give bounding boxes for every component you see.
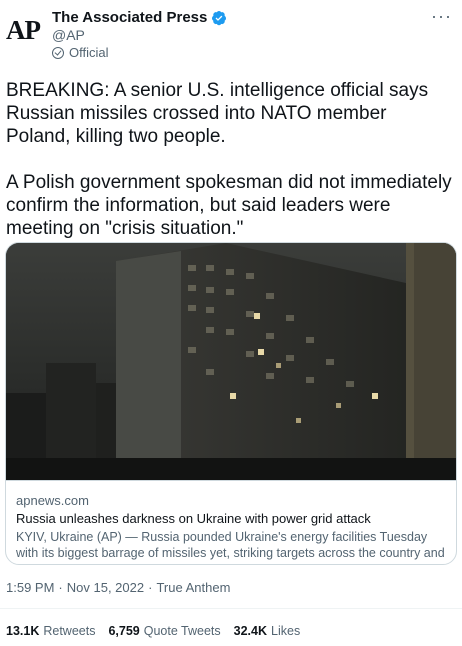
card-image[interactable] xyxy=(6,243,456,480)
timestamp-row: 1:59 PM · Nov 15, 2022 · True Anthem xyxy=(6,580,230,595)
tweet-time[interactable]: 1:59 PM xyxy=(6,580,54,595)
tweet-header: AP The Associated Press @AP Official ··· xyxy=(0,0,462,72)
link-preview-card[interactable]: apnews.com Russia unleashes darkness on … xyxy=(5,242,457,565)
official-label: Official xyxy=(69,45,109,60)
card-meta: apnews.com Russia unleashes darkness on … xyxy=(6,480,456,564)
card-domain: apnews.com xyxy=(16,493,89,508)
ap-logo-avatar[interactable]: AP xyxy=(6,10,46,50)
author-name-row: The Associated Press xyxy=(52,9,227,26)
card-description: KYIV, Ukraine (AP) — Russia pounded Ukra… xyxy=(16,530,445,564)
engagement-stats: 13.1K Retweets 6,759 Quote Tweets 32.4K … xyxy=(6,624,300,638)
tweet-paragraph-2: A Polish government spokesman did not im… xyxy=(6,172,452,239)
tweet-date[interactable]: Nov 15, 2022 xyxy=(67,580,144,595)
separator: · xyxy=(58,580,63,595)
more-options-icon[interactable]: ··· xyxy=(431,6,452,27)
tweet-text: BREAKING: A senior U.S. intelligence off… xyxy=(6,79,456,240)
quote-tweets-label: Quote Tweets xyxy=(143,624,221,638)
likes-label: Likes xyxy=(271,624,301,638)
divider xyxy=(0,608,462,609)
night-apartment-photo xyxy=(6,243,456,480)
verified-badge-icon xyxy=(212,10,227,25)
likes-stat[interactable]: 32.4K Likes xyxy=(234,624,301,638)
retweets-count: 13.1K xyxy=(6,624,40,638)
author-name[interactable]: The Associated Press xyxy=(52,9,207,26)
official-check-icon xyxy=(52,46,64,59)
separator: · xyxy=(148,580,153,595)
tweet-paragraph-1: BREAKING: A senior U.S. intelligence off… xyxy=(6,80,429,147)
quote-tweets-stat[interactable]: 6,759 Quote Tweets xyxy=(108,624,220,638)
author-handle[interactable]: @AP xyxy=(52,27,85,43)
official-label-row: Official xyxy=(52,45,109,60)
likes-count: 32.4K xyxy=(233,624,268,638)
retweets-stat[interactable]: 13.1K Retweets xyxy=(6,624,95,638)
card-title[interactable]: Russia unleashes darkness on Ukraine wit… xyxy=(16,510,448,527)
tweet-source[interactable]: True Anthem xyxy=(156,580,230,595)
quote-tweets-count: 6,759 xyxy=(108,624,140,638)
retweets-label: Retweets xyxy=(43,624,96,638)
